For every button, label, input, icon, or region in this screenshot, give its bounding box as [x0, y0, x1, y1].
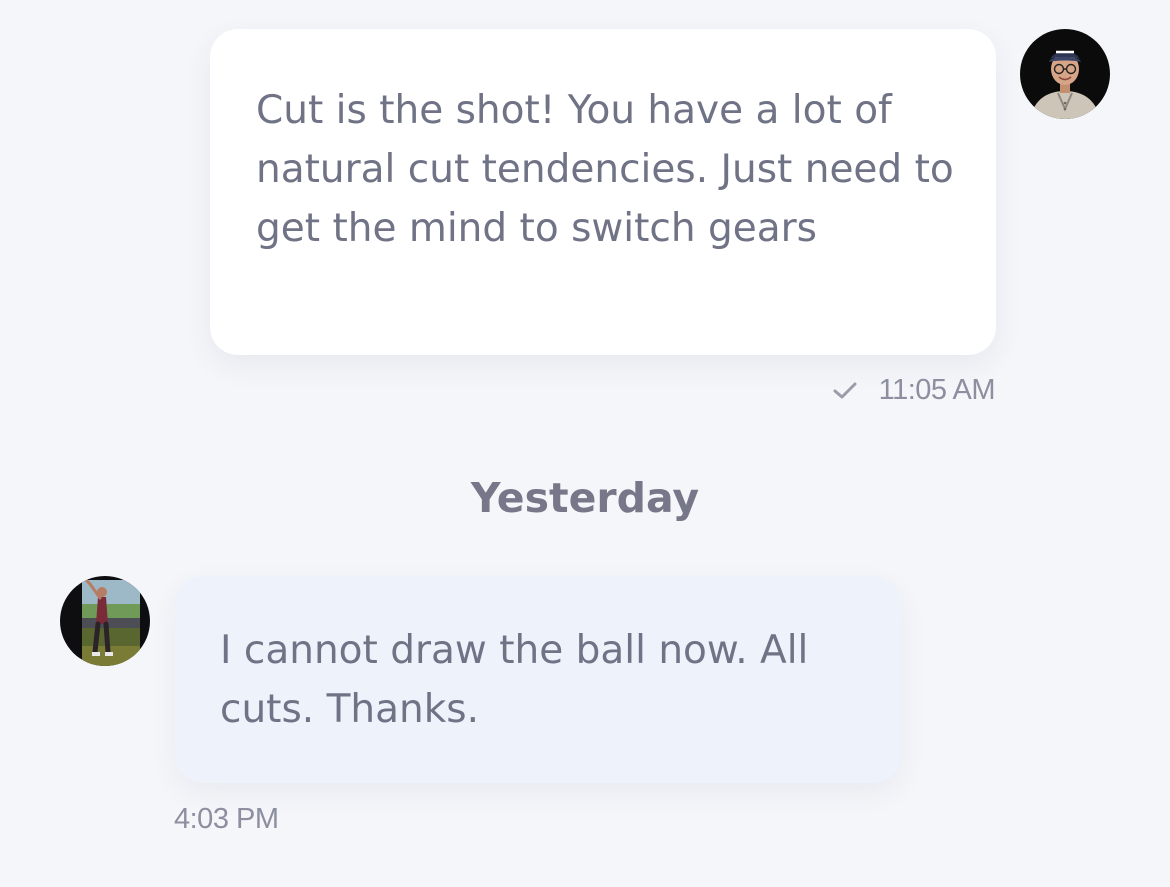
student-avatar-image — [60, 576, 150, 666]
check-icon — [833, 382, 857, 400]
incoming-message-bubble[interactable]: I cannot draw the ball now. All cuts. Th… — [175, 576, 901, 783]
outgoing-message-text: Cut is the shot! You have a lot of natur… — [256, 88, 954, 251]
outgoing-message-bubble[interactable]: Cut is the shot! You have a lot of natur… — [210, 29, 996, 355]
outgoing-message-time: 11:05 AM — [878, 374, 996, 406]
incoming-message-meta: 4:03 PM — [174, 803, 279, 836]
incoming-message-time: 4:03 PM — [174, 803, 279, 835]
student-avatar[interactable] — [60, 576, 150, 666]
coach-avatar-image — [1020, 29, 1110, 119]
outgoing-message-meta: 11:05 AM — [833, 374, 996, 407]
date-divider: Yesterday — [470, 474, 700, 522]
coach-avatar[interactable] — [1020, 29, 1110, 119]
incoming-message-text: I cannot draw the ball now. All cuts. Th… — [220, 628, 809, 732]
